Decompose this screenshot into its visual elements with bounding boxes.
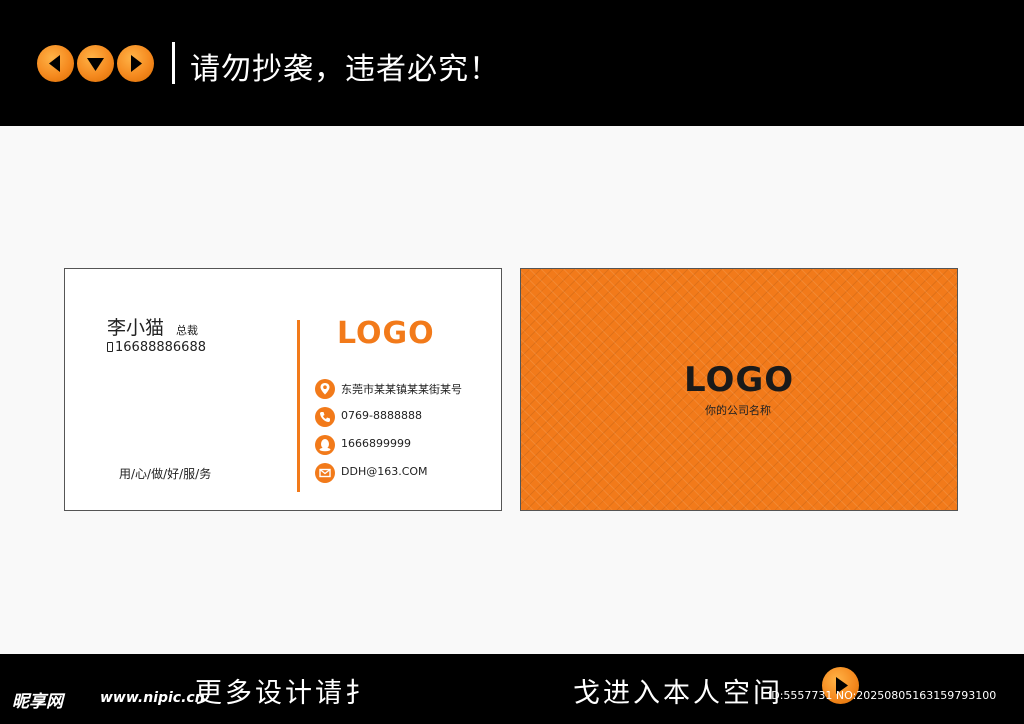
- logo-front: LOGO: [337, 316, 435, 351]
- business-card-front: 李小猫 总裁 16688886688 用/心/做/好/服/务 LOGO 东莞市某…: [64, 268, 502, 511]
- telephone-icon: [315, 407, 335, 427]
- email-text: DDH@163.COM: [341, 465, 428, 478]
- qq-icon: [315, 435, 335, 455]
- arrow-left-icon[interactable]: [37, 45, 74, 82]
- more-designs-text-right: 戈进入本人空间: [573, 678, 783, 709]
- site-url[interactable]: www.nipic.cn: [100, 690, 205, 706]
- address-text: 东莞市某某镇某某街某号: [341, 383, 462, 396]
- header-bar: 请勿抄袭，违者必究！: [0, 0, 1024, 126]
- more-designs-text-left: 更多设计请扌: [195, 678, 375, 709]
- person-name: 李小猫: [107, 317, 165, 339]
- copyright-warning: 请勿抄袭，违者必究！: [190, 52, 500, 87]
- mobile-number: 16688886688: [115, 340, 206, 355]
- person-title: 总裁: [176, 324, 198, 337]
- slogan: 用/心/做/好/服/务: [119, 467, 212, 481]
- header-divider: [172, 42, 175, 84]
- arrow-down-icon[interactable]: [77, 45, 114, 82]
- mobile-phone: 16688886688: [107, 340, 206, 355]
- location-pin-icon: [315, 379, 335, 399]
- mobile-phone-icon: [107, 342, 113, 352]
- arrow-right-icon[interactable]: [117, 45, 154, 82]
- vertical-accent-line: [297, 320, 300, 492]
- qq-text: 1666899999: [341, 437, 411, 450]
- business-card-back: LOGO 你的公司名称: [520, 268, 958, 511]
- email-icon: [315, 463, 335, 483]
- logo-back: LOGO: [684, 360, 795, 400]
- site-logo: 昵享网: [12, 692, 63, 712]
- company-name: 你的公司名称: [705, 404, 771, 417]
- telephone-text: 0769-8888888: [341, 409, 422, 422]
- watermark-id: ID:5557731 NO:20250805163159793100: [768, 689, 997, 702]
